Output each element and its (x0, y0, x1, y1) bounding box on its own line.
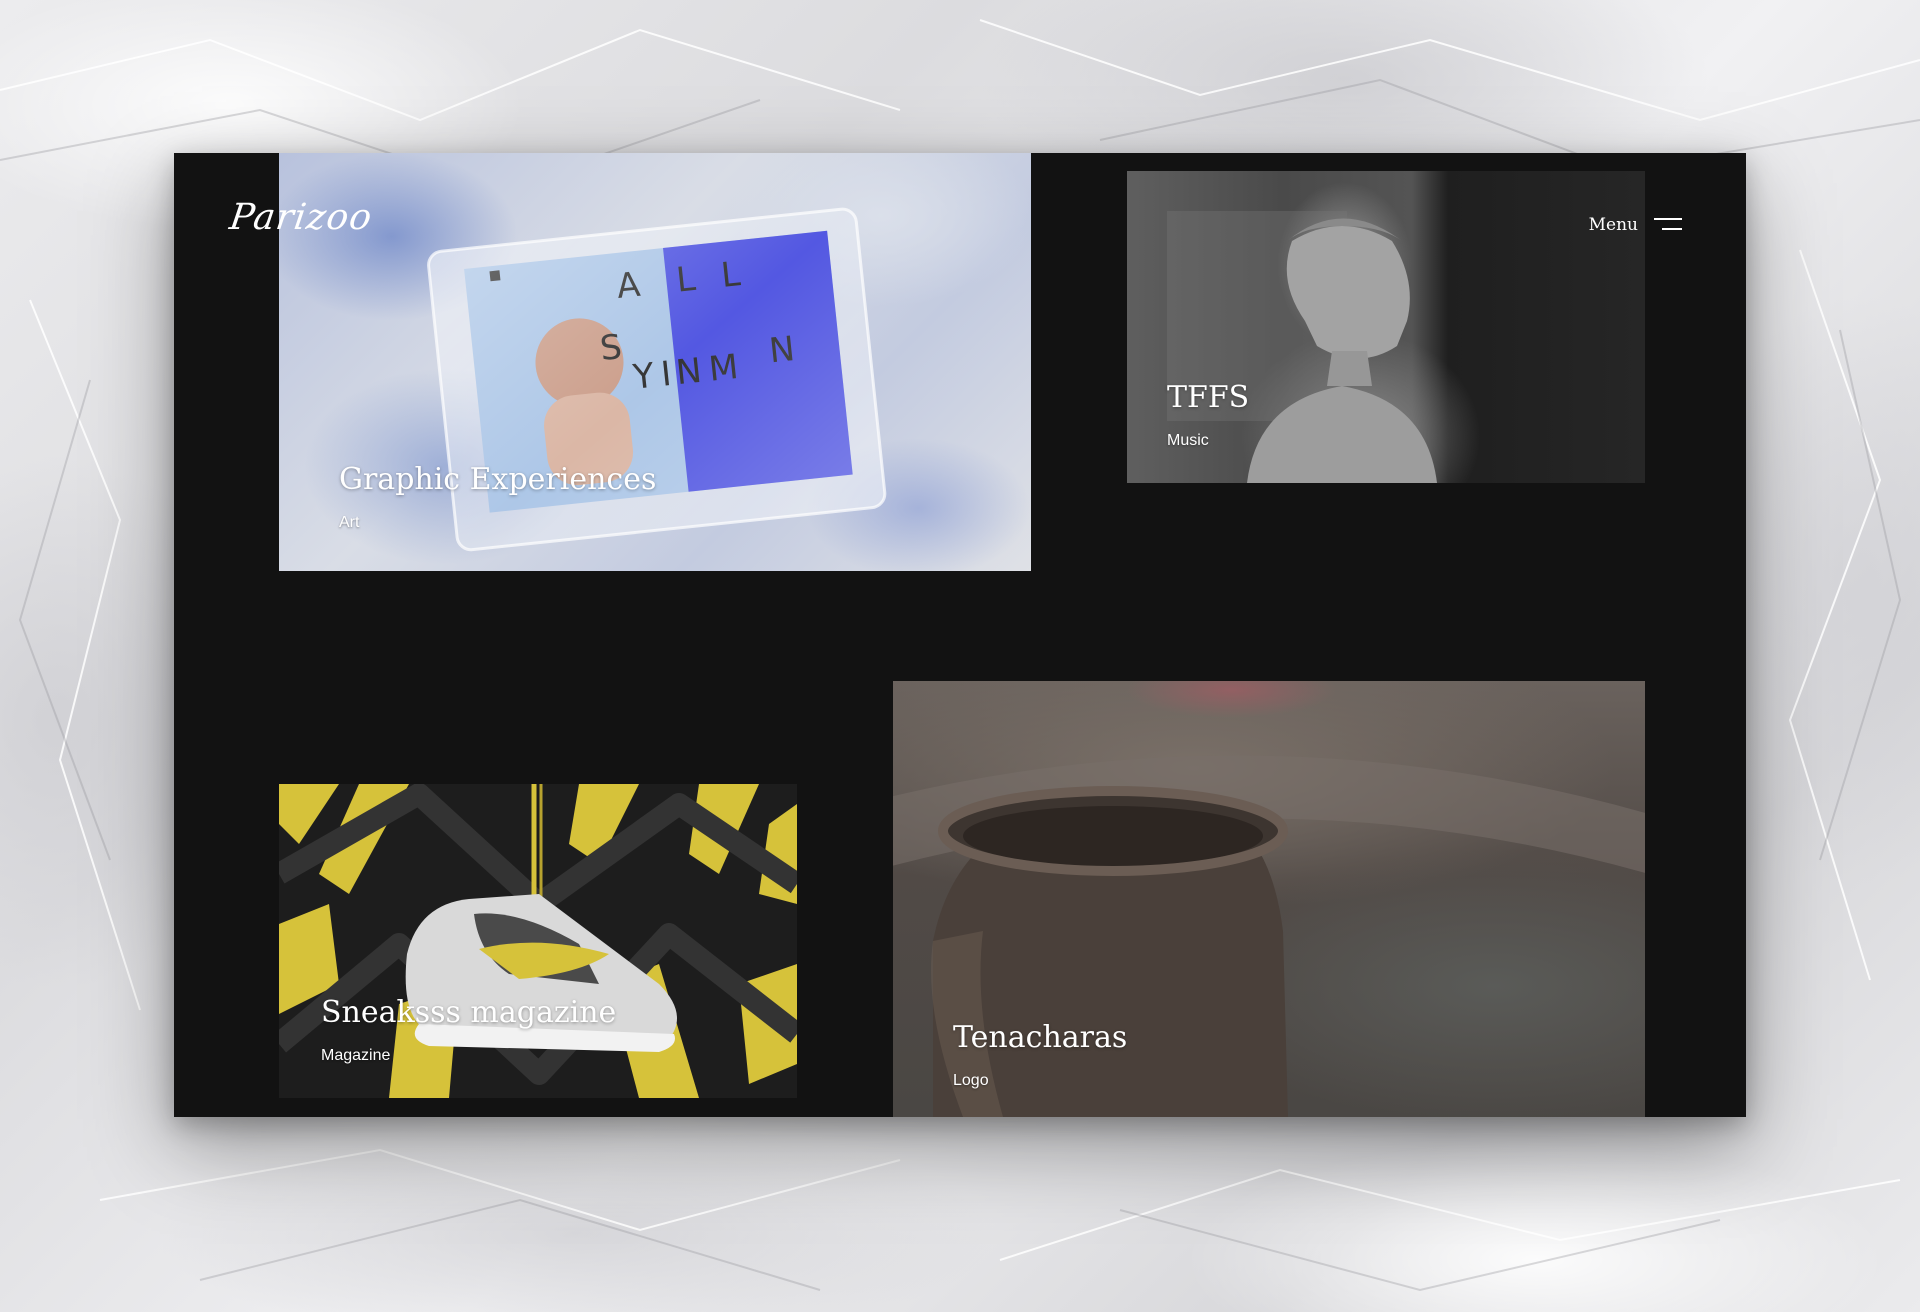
project-caption: Sneaksss magazine Magazine (321, 996, 616, 1065)
logo-text: Parizoo (227, 197, 375, 238)
project-caption: Tenacharas Logo (953, 1021, 1127, 1090)
project-category: Magazine (321, 1047, 391, 1064)
project-title: Sneaksss magazine (321, 995, 617, 1030)
project-category: Art (339, 514, 360, 531)
project-card-graphic-experiences[interactable]: A L L S Y I N M N (279, 153, 1031, 571)
hamburger-menu-icon (1654, 218, 1682, 232)
menu-button[interactable]: Menu (1589, 215, 1682, 235)
project-title: Tenacharas (953, 1020, 1128, 1055)
project-category: Music (1167, 432, 1209, 449)
website-mockup: Parizoo Menu A L L (174, 153, 1746, 1117)
project-category: Logo (953, 1072, 989, 1089)
project-title: TFFS (1167, 380, 1250, 415)
project-caption: Graphic Experiences Art (339, 463, 656, 532)
menu-label: Menu (1588, 215, 1638, 235)
project-card-tffs[interactable]: TFFS Music (1127, 171, 1645, 483)
project-card-sneaksss-magazine[interactable]: Sneaksss magazine Magazine (279, 784, 797, 1098)
project-caption: TFFS Music (1167, 381, 1249, 450)
logo[interactable]: Parizoo (227, 197, 375, 247)
project-card-tenacharas[interactable]: Tenacharas Logo (893, 681, 1645, 1117)
project-title: Graphic Experiences (339, 462, 657, 497)
